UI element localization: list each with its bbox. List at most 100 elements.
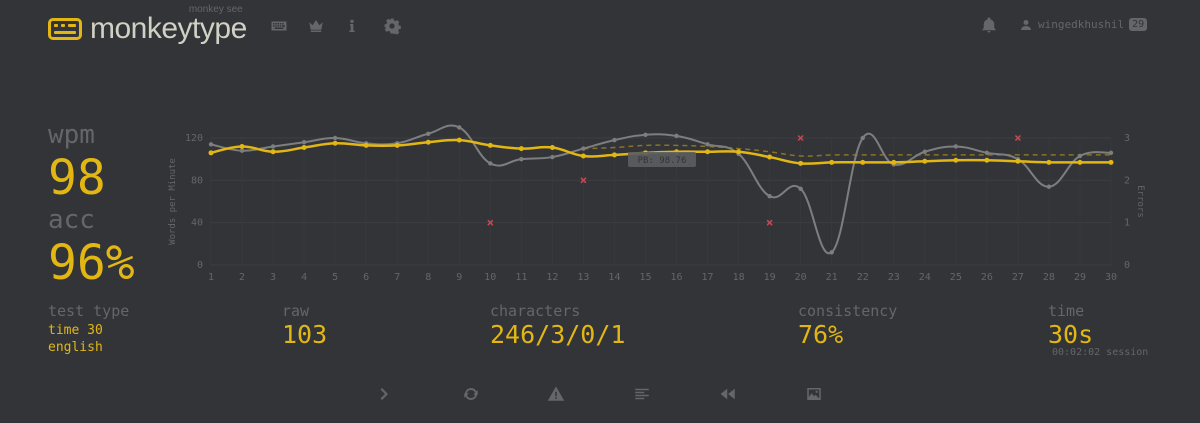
acc-value: 96%: [48, 235, 135, 291]
logo[interactable]: monkey see monkeytype: [48, 4, 247, 46]
crown-icon[interactable]: [307, 17, 325, 35]
raw-point: [612, 137, 617, 143]
wpm-point: [984, 157, 990, 163]
next-test-button[interactable]: [376, 385, 394, 403]
x-tick-label: 5: [332, 272, 338, 283]
x-tick-label: 2: [239, 272, 245, 283]
gear-icon[interactable]: [383, 17, 401, 35]
wpm-point: [270, 149, 276, 155]
raw-value: 103: [282, 320, 328, 349]
y-tick-label: 120: [185, 133, 203, 144]
wpm-point: [394, 142, 400, 148]
x-tick-label: 11: [515, 272, 527, 283]
raw-point: [426, 131, 431, 136]
warning-icon: [547, 386, 565, 401]
wpm-point: [611, 152, 617, 158]
raw-point: [953, 144, 959, 149]
raw-point: [488, 161, 493, 166]
y-tick-label: 0: [197, 260, 203, 271]
raw-point: [270, 144, 276, 149]
characters-label: characters: [490, 302, 581, 320]
x-tick-label: 28: [1043, 272, 1055, 283]
user-account-button[interactable]: wingedkhushil 29: [1020, 18, 1148, 31]
x-tick-label: 18: [733, 272, 745, 283]
x-tick-label: 27: [1012, 272, 1024, 283]
raw-point: [301, 140, 307, 145]
raw-point: [1046, 184, 1052, 189]
x-tick-label: 25: [950, 272, 962, 283]
wpm-point: [518, 146, 524, 152]
test-type-label: test type: [48, 302, 130, 320]
x-tick-label: 22: [857, 272, 869, 283]
acc-label: acc: [48, 205, 95, 235]
wpm-point: [1046, 159, 1052, 165]
wpm-point: [798, 160, 804, 166]
x-tick-label: 8: [425, 272, 431, 283]
wpm-point: [922, 158, 928, 164]
x-tick-label: 7: [394, 272, 400, 283]
raw-point: [984, 150, 990, 156]
x-tick-label: 17: [702, 272, 714, 283]
time-label: time: [1048, 302, 1085, 320]
raw-point: [922, 149, 927, 154]
wpm-point: [363, 142, 369, 148]
x-tick-label: 13: [577, 272, 589, 283]
logo-subtitle: monkey see: [188, 4, 243, 15]
missed-words-button[interactable]: [547, 385, 565, 403]
refresh-icon: [464, 387, 478, 401]
wpm-point: [767, 154, 773, 160]
restart-test-button[interactable]: [462, 385, 480, 403]
info-icon[interactable]: [344, 17, 360, 35]
raw-point: [1077, 153, 1083, 159]
chevron-right-icon: [380, 388, 388, 400]
y2-tick-label: 2: [1124, 175, 1130, 186]
raw-point: [519, 156, 524, 162]
x-tick-label: 19: [764, 272, 776, 283]
keyboard-icon[interactable]: [270, 17, 288, 35]
x-tick-label: 21: [826, 272, 838, 283]
x-tick-label: 26: [981, 272, 993, 283]
wpm-chart[interactable]: 040801201 2 3 4 5 6 7 8 9 10 11 12 13 14 15 16 17 18 19 20 2…: [160, 118, 1150, 293]
consistency-value: 76%: [798, 320, 844, 349]
consistency-label: consistency: [798, 302, 898, 320]
wpm-point: [953, 157, 959, 163]
raw-point: [550, 154, 555, 160]
wpm-point: [332, 140, 338, 146]
x-tick-label: 9: [456, 272, 462, 283]
wpm-point: [487, 142, 493, 148]
characters-value: 246/3/0/1: [490, 320, 626, 349]
wpm-value: 98: [48, 150, 106, 206]
x-tick-label: 16: [670, 272, 682, 283]
wpm-point: [736, 149, 742, 155]
time-value: 30s: [1048, 320, 1094, 349]
wpm-label: wpm: [48, 120, 95, 150]
raw-point: [1108, 150, 1114, 156]
y-axis-label: Words per Minute: [168, 158, 178, 245]
y2-tick-label: 1: [1124, 218, 1130, 229]
y2-tick-label: 0: [1124, 260, 1130, 271]
raw-point: [860, 135, 865, 141]
raw-point: [767, 194, 772, 199]
wpm-point: [208, 150, 214, 156]
word-history-button[interactable]: [633, 385, 651, 403]
x-tick-label: 24: [919, 272, 931, 283]
x-tick-label: 4: [301, 272, 307, 283]
bell-icon[interactable]: [980, 16, 998, 34]
wpm-point: [1077, 159, 1083, 165]
wpm-point: [1015, 158, 1021, 164]
username: wingedkhushil: [1038, 18, 1125, 31]
wpm-point: [580, 153, 586, 159]
raw-point: [239, 148, 245, 153]
raw-label: raw: [282, 302, 310, 320]
watch-replay-button[interactable]: [719, 385, 737, 403]
y-tick-label: 80: [191, 175, 203, 186]
wpm-point: [829, 159, 835, 165]
x-tick-label: 23: [888, 272, 900, 283]
save-screenshot-button[interactable]: [805, 385, 823, 403]
raw-point: [332, 135, 338, 141]
x-tick-label: 29: [1074, 272, 1086, 283]
wpm-point: [860, 159, 866, 165]
x-tick-label: 12: [546, 272, 558, 283]
x-tick-label: 20: [795, 272, 807, 283]
image-icon: [807, 388, 821, 400]
